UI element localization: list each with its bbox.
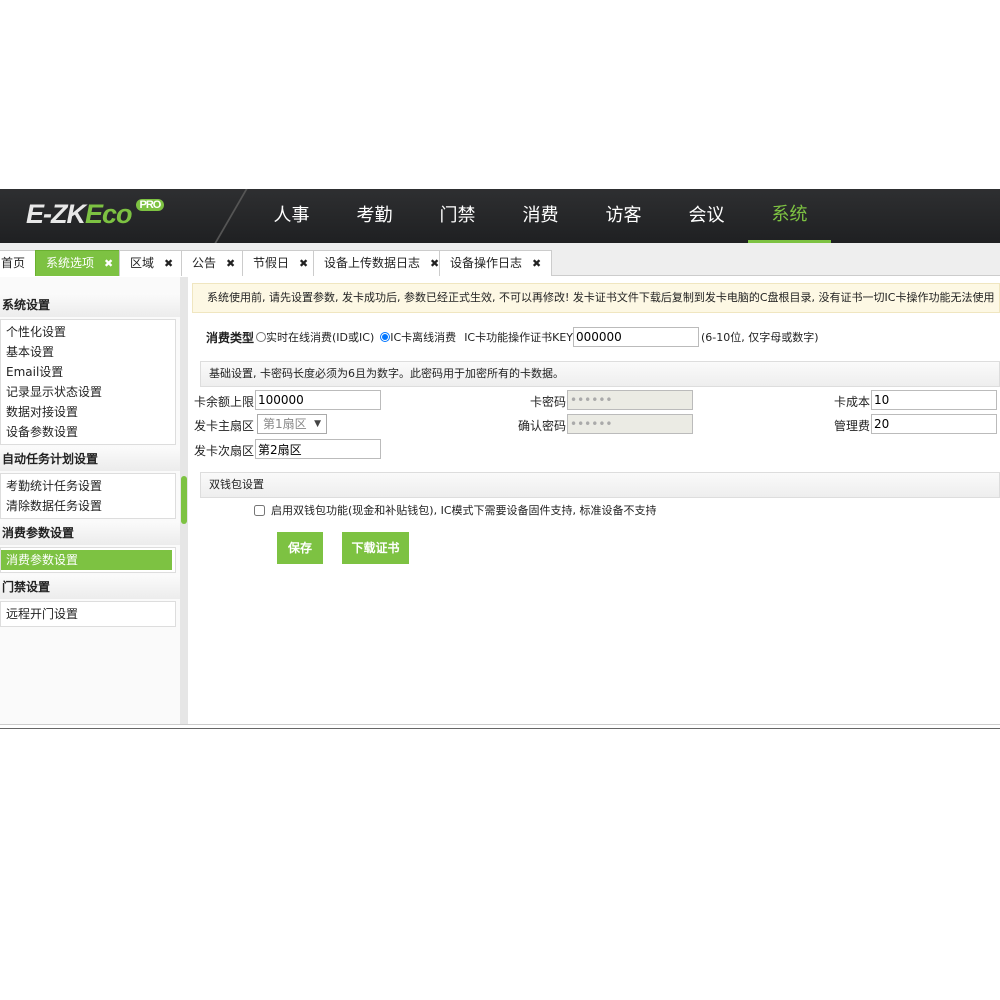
key-label: IC卡功能操作证书KEY [464, 331, 573, 344]
nav-item[interactable]: 考勤 [333, 189, 416, 243]
mgmt-fee-input[interactable] [871, 414, 997, 434]
card-cost-label: 卡成本 [833, 395, 870, 409]
sidebar-item[interactable]: 消费参数设置 [1, 550, 172, 570]
tab-label: 设备上传数据日志 [324, 256, 421, 270]
wallet-settings-bar: 双钱包设置 [200, 472, 1000, 498]
tab-bar: 首页 系统选项 ✖ 区域 ✖ 公告 ✖ 节假日 ✖ 设备上传数据日志 ✖ 设备操作日志 ✖ [0, 243, 1000, 276]
logo: E-ZKEco PRO [26, 199, 165, 230]
sidebar-group-title[interactable]: 系统设置 [0, 293, 180, 317]
sidebar-item[interactable]: 考勤统计任务设置 [1, 476, 175, 496]
tab[interactable]: 设备操作日志 ✖ [439, 250, 553, 276]
close-icon[interactable]: ✖ [226, 257, 235, 270]
tab-label: 首页 [1, 256, 26, 270]
radio-online[interactable] [256, 332, 267, 342]
wallet-row: 启用双钱包功能(现金和补贴钱包), IC模式下需要设备固件支持, 标准设备不支持 [254, 502, 657, 518]
sidebar-group: 考勤统计任务设置 清除数据任务设置 [0, 473, 176, 519]
nav-item[interactable]: 会议 [665, 189, 748, 243]
nav-item[interactable]: 门禁 [416, 189, 499, 243]
basic-settings-bar: 基础设置, 卡密码长度必须为6且为数字。此密码用于加密所有的卡数据。 [200, 361, 1000, 387]
tab[interactable]: 公告 ✖ [181, 250, 247, 276]
tab-label: 系统选项 [46, 256, 95, 270]
balance-limit-input[interactable] [255, 390, 381, 410]
notice-banner: 系统使用前, 请先设置参数, 发卡成功后, 参数已经正式生效, 不可以再修改! … [192, 283, 1000, 313]
sidebar-item[interactable]: Email设置 [1, 362, 175, 382]
radio-online-label: 实时在线消费(ID或IC) [266, 331, 375, 344]
sidebar-group-title[interactable]: 门禁设置 [0, 575, 180, 599]
tab[interactable]: 区域 ✖ [119, 250, 185, 276]
save-button[interactable]: 保存 [277, 532, 323, 564]
main-nav: 人事 考勤 门禁 消费 访客 会议 系统 [250, 189, 831, 243]
sidebar-group: 个性化设置 基本设置 Email设置 记录显示状态设置 数据对接设置 设备参数设置 [0, 319, 176, 445]
radio-offline[interactable] [380, 332, 391, 342]
sidebar-item[interactable]: 记录显示状态设置 [1, 382, 175, 402]
close-icon[interactable]: ✖ [164, 257, 173, 270]
divider [214, 189, 248, 243]
main-sector-label: 发卡主扇区 [193, 419, 254, 433]
consume-type-row: 消费类型 实时在线消费(ID或IC) IC卡离线消费 IC卡功能操作证书KEY … [206, 327, 819, 347]
tab[interactable]: 节假日 ✖ [242, 250, 320, 276]
sidebar-item[interactable]: 设备参数设置 [1, 422, 175, 442]
sidebar-group-title[interactable]: 消费参数设置 [0, 521, 180, 545]
tab-label: 节假日 [253, 256, 290, 270]
nav-item[interactable]: 访客 [582, 189, 665, 243]
main-sector-select[interactable]: 第1扇区 ▼ [257, 414, 327, 434]
sidebar-item[interactable]: 清除数据任务设置 [1, 496, 175, 516]
main-content: 系统使用前, 请先设置参数, 发卡成功后, 参数已经正式生效, 不可以再修改! … [192, 277, 1000, 724]
tab[interactable]: 首页 [0, 250, 37, 276]
nav-item[interactable]: 消费 [499, 189, 582, 243]
tab[interactable]: 系统选项 ✖ [35, 250, 125, 276]
radio-offline-label: IC卡离线消费 [390, 331, 457, 344]
sub-sector-label: 发卡次扇区 [193, 444, 254, 458]
tab[interactable]: 设备上传数据日志 ✖ [313, 250, 451, 276]
sidebar-item[interactable]: 数据对接设置 [1, 402, 175, 422]
wallet-checkbox[interactable] [254, 504, 265, 516]
close-icon[interactable]: ✖ [430, 257, 439, 270]
card-cost-input[interactable] [871, 390, 997, 410]
download-certificate-button[interactable]: 下载证书 [342, 532, 409, 564]
tab-label: 区域 [130, 256, 155, 270]
confirm-password-input[interactable] [567, 414, 693, 434]
nav-item[interactable]: 系统 [748, 189, 831, 243]
confirm-password-label: 确认密码 [517, 419, 566, 433]
key-hint: (6-10位, 仅字母或数字) [701, 331, 819, 344]
close-icon[interactable]: ✖ [299, 257, 308, 270]
key-input[interactable] [573, 327, 699, 347]
sidebar-group-title[interactable]: 自动任务计划设置 [0, 447, 180, 471]
tab-label: 设备操作日志 [450, 256, 523, 270]
sub-sector-input[interactable] [255, 439, 381, 459]
sidebar-item[interactable]: 远程开门设置 [1, 604, 175, 624]
wallet-checkbox-label: 启用双钱包功能(现金和补贴钱包), IC模式下需要设备固件支持, 标准设备不支持 [271, 504, 657, 517]
nav-item[interactable]: 人事 [250, 189, 333, 243]
sidebar-item[interactable]: 基本设置 [1, 342, 175, 362]
sidebar-group: 远程开门设置 [0, 601, 176, 627]
balance-limit-label: 卡余额上限 [193, 395, 254, 409]
card-password-label: 卡密码 [529, 395, 566, 409]
sidebar-group: 消费参数设置 [0, 547, 176, 573]
collapse-sidebar-handle[interactable] [181, 476, 187, 524]
card-password-input[interactable] [567, 390, 693, 410]
consume-type-label: 消费类型 [206, 330, 255, 345]
tab-label: 公告 [192, 256, 217, 270]
mgmt-fee-label: 管理费 [833, 419, 870, 433]
sidebar-item[interactable]: 个性化设置 [1, 322, 175, 342]
top-header: E-ZKEco PRO 人事 考勤 门禁 消费 访客 会议 系统 [0, 189, 1000, 243]
sidebar: 系统设置 个性化设置 基本设置 Email设置 记录显示状态设置 数据对接设置 设备参数设置… [0, 277, 180, 724]
close-icon[interactable]: ✖ [532, 257, 541, 270]
bottom-divider [0, 724, 1000, 729]
close-icon[interactable]: ✖ [104, 257, 113, 270]
